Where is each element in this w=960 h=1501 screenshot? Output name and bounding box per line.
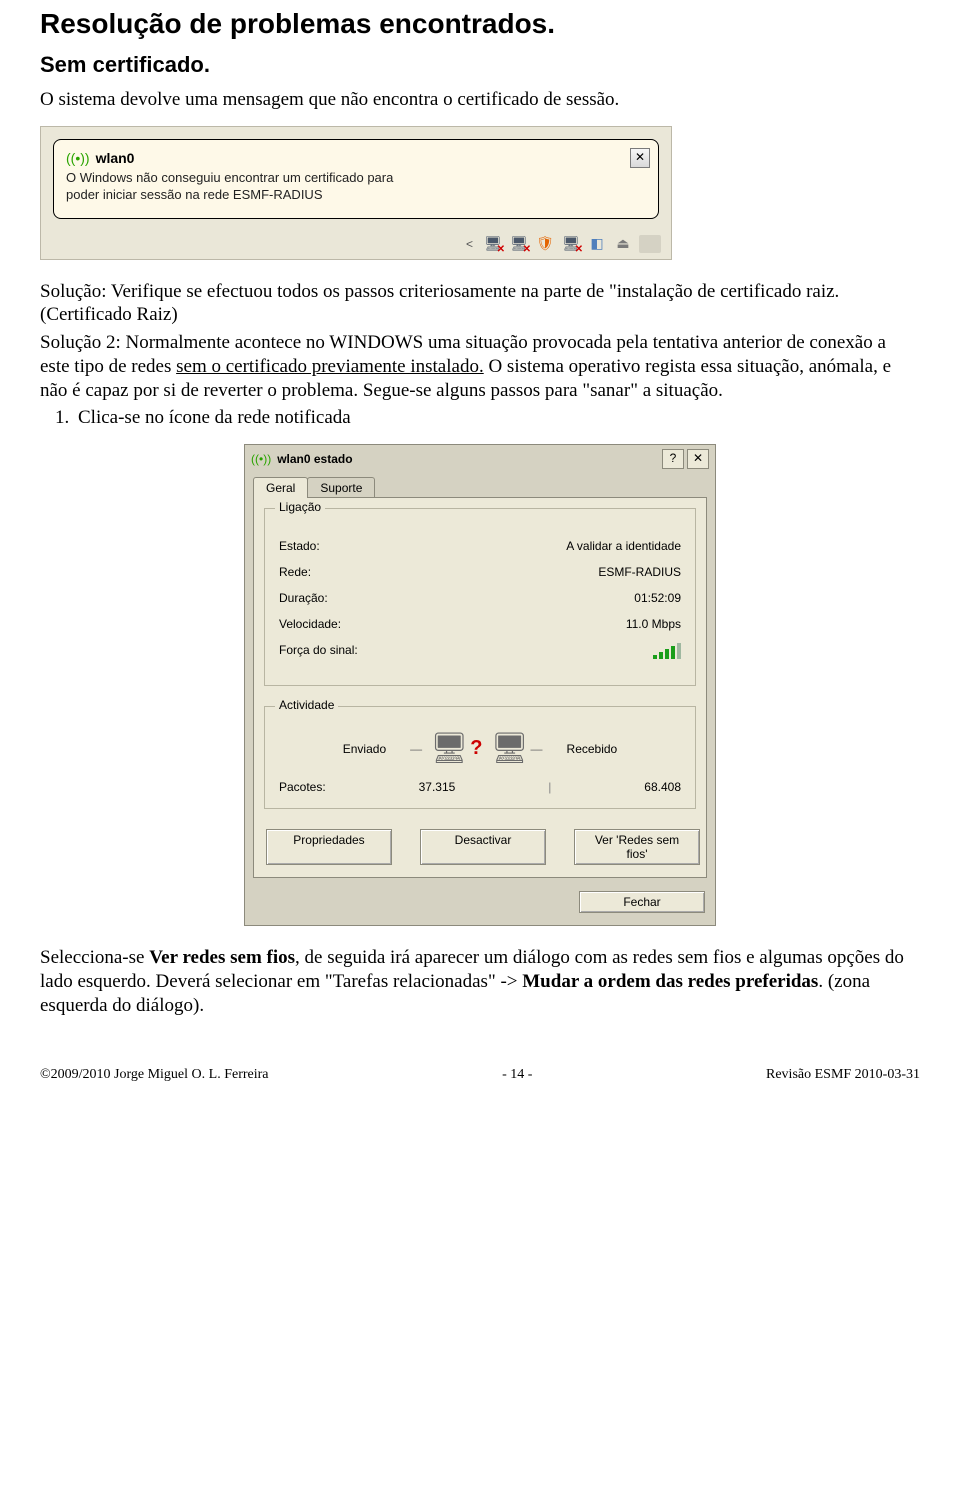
tray-chevron-icon: < xyxy=(466,237,473,251)
group-ligacao: Ligação Estado: A validar a identidade R… xyxy=(264,508,696,686)
balloon-bubble: ((•)) wlan0 O Windows não conseguiu enco… xyxy=(53,139,659,219)
paragraph-selecciona: Selecciona-se Ver redes sem fios, de seg… xyxy=(40,946,920,1017)
dialog-close-button[interactable]: ✕ xyxy=(687,449,709,469)
label-estado: Estado: xyxy=(279,539,320,553)
tray-network-error-icon[interactable]: 🖥✕ xyxy=(483,235,503,253)
intro-paragraph: O sistema devolve uma mensagem que não e… xyxy=(40,88,920,112)
activity-screens-icon: — 🖥 ? 🖥 — xyxy=(410,731,542,766)
tab-panel-geral: Ligação Estado: A validar a identidade R… xyxy=(253,497,707,878)
tray-shield-icon[interactable]: 🛡 xyxy=(535,235,555,253)
tray-safe-remove-icon[interactable]: ⏏ xyxy=(613,235,633,253)
value-pacotes-enviado: 37.315 xyxy=(419,780,456,794)
label-rede: Rede: xyxy=(279,565,311,579)
desactivar-button[interactable]: Desactivar xyxy=(420,829,546,865)
group-actividade-legend: Actividade xyxy=(275,698,338,712)
tab-geral[interactable]: Geral xyxy=(253,477,308,498)
packets-divider: | xyxy=(548,780,551,794)
propriedades-button[interactable]: Propriedades xyxy=(266,829,392,865)
label-recebido: Recebido xyxy=(567,742,618,756)
tab-suporte[interactable]: Suporte xyxy=(307,477,375,498)
page-footer: ©2009/2010 Jorge Miguel O. L. Ferreira -… xyxy=(0,1051,960,1109)
value-rede: ESMF-RADIUS xyxy=(598,565,681,579)
balloon-message-line1: O Windows não conseguiu encontrar um cer… xyxy=(66,170,568,187)
value-duracao: 01:52:09 xyxy=(634,591,681,605)
steps-list-item: Clica-se no ícone da rede notificada xyxy=(74,406,920,430)
wlan-status-dialog: ((•)) wlan0 estado ? ✕ Geral Suporte Lig… xyxy=(244,444,716,926)
heading-sem-certificado: Sem certificado. xyxy=(40,52,920,78)
footer-copyright: ©2009/2010 Jorge Miguel O. L. Ferreira xyxy=(40,1067,269,1083)
tray-db-icon[interactable]: ◧ xyxy=(587,235,607,253)
ver-redes-button[interactable]: Ver 'Redes sem fios' xyxy=(574,829,700,865)
system-tray: < 🖥✕ 🖥✕ 🛡 🖥✕ ◧ ⏏ xyxy=(41,231,671,259)
group-ligacao-legend: Ligação xyxy=(275,500,325,514)
label-enviado: Enviado xyxy=(343,742,386,756)
balloon-screenshot: ((•)) wlan0 O Windows não conseguiu enco… xyxy=(40,126,672,260)
label-forca-sinal: Força do sinal: xyxy=(279,643,358,659)
label-pacotes: Pacotes: xyxy=(279,780,326,794)
antenna-icon: ((•)) xyxy=(251,452,271,466)
tray-show-desktop-icon[interactable] xyxy=(639,235,661,253)
paragraph-solucao2: Solução 2: Normalmente acontece no WINDO… xyxy=(40,331,920,402)
dialog-tabstrip: Geral Suporte xyxy=(245,473,715,498)
paragraph-solucao1: Solução: Verifique se efectuou todos os … xyxy=(40,280,920,328)
footer-page-number: - 14 - xyxy=(502,1067,532,1083)
dialog-help-button[interactable]: ? xyxy=(662,449,684,469)
group-actividade: Actividade Enviado — 🖥 ? 🖥 — Recebido Pa… xyxy=(264,706,696,809)
balloon-close-button[interactable]: ✕ xyxy=(630,148,650,168)
value-pacotes-recebido: 68.408 xyxy=(644,780,681,794)
value-velocidade: 11.0 Mbps xyxy=(626,617,681,631)
heading-resolucao: Resolução de problemas encontrados. xyxy=(40,8,920,40)
label-duracao: Duração: xyxy=(279,591,328,605)
steps-list: Clica-se no ícone da rede notificada xyxy=(74,406,920,430)
antenna-icon: ((•)) xyxy=(66,150,90,166)
signal-bars-icon xyxy=(653,643,681,659)
balloon-title: wlan0 xyxy=(96,150,135,166)
fechar-button[interactable]: Fechar xyxy=(579,891,705,913)
dialog-title: wlan0 estado xyxy=(277,452,656,466)
label-velocidade: Velocidade: xyxy=(279,617,341,631)
tray-network-error-icon[interactable]: 🖥✕ xyxy=(509,235,529,253)
dialog-titlebar: ((•)) wlan0 estado ? ✕ xyxy=(245,445,715,473)
balloon-message-line2: poder iniciar sessão na rede ESMF-RADIUS xyxy=(66,187,568,204)
footer-revision: Revisão ESMF 2010-03-31 xyxy=(766,1067,920,1083)
tray-network-error-icon[interactable]: 🖥✕ xyxy=(561,235,581,253)
value-estado: A validar a identidade xyxy=(566,539,681,553)
